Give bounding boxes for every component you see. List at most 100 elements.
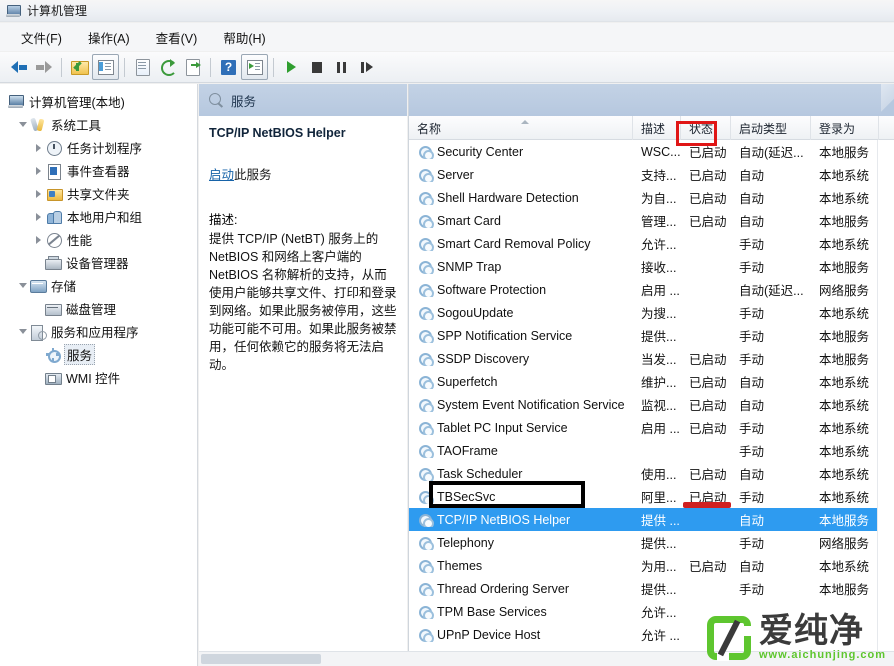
column-header-description[interactable]: 描述 (633, 116, 681, 140)
table-row[interactable]: Shell Hardware Detection为自...已启动自动本地系统 (409, 186, 894, 209)
sidebar-item-event-viewer[interactable]: 事件查看器 (0, 159, 197, 182)
table-row[interactable]: System Event Notification Service监视...已启… (409, 393, 894, 416)
table-row[interactable]: Task Scheduler使用...已启动自动本地系统 (409, 462, 894, 485)
column-header-status[interactable]: 状态 (681, 116, 731, 140)
column-header-label: 名称 (417, 120, 441, 137)
vertical-scrollbar[interactable] (877, 140, 894, 666)
table-row[interactable]: Smart Card管理...已启动自动本地服务 (409, 209, 894, 232)
table-row[interactable]: TAOFrame手动本地系统 (409, 439, 894, 462)
table-row[interactable]: Security CenterWSC...已启动自动(延迟...本地服务 (409, 140, 894, 163)
sidebar-item-label: 系统工具 (51, 115, 101, 134)
table-row[interactable]: SNMP Trap接收...手动本地服务 (409, 255, 894, 278)
chevron-down-icon[interactable] (16, 325, 29, 338)
play-icon (287, 61, 296, 73)
help-button[interactable]: ? (216, 55, 241, 79)
service-gear-icon (417, 444, 432, 458)
table-row[interactable]: Tablet PC Input Service启用 ...已启动手动本地系统 (409, 416, 894, 439)
cell-name: SogouUpdate (409, 306, 633, 320)
sidebar-item-disk-management[interactable]: 磁盘管理 (0, 297, 197, 320)
table-row[interactable]: SPP Notification Service提供...手动本地服务 (409, 324, 894, 347)
sidebar-item-local-users-and-groups[interactable]: 本地用户和组 (0, 205, 197, 228)
sidebar-item-storage[interactable]: 存储 (0, 274, 197, 297)
cell-startup-type: 手动 (731, 441, 811, 460)
cell-log-on-as: 本地系统 (811, 234, 879, 253)
up-one-level-button[interactable] (67, 55, 92, 79)
service-name-label: Smart Card Removal Policy (437, 237, 591, 251)
sidebar-item-performance[interactable]: 性能 (0, 228, 197, 251)
list-pane-header-band (409, 84, 894, 116)
table-row[interactable]: Superfetch维护...已启动自动本地系统 (409, 370, 894, 393)
watermark-url: www.aichunjing.com (759, 649, 886, 661)
table-row[interactable]: Server支持...已启动自动本地系统 (409, 163, 894, 186)
restart-service-button[interactable] (354, 55, 379, 79)
service-name-label: TAOFrame (437, 444, 498, 458)
menu-file[interactable]: 文件(F) (8, 25, 75, 50)
column-header-log-on-as[interactable]: 登录为 (811, 116, 879, 140)
chevron-right-icon[interactable] (32, 141, 45, 154)
console-tree-icon (97, 59, 114, 75)
sidebar-item-device-manager[interactable]: 设备管理器 (0, 251, 197, 274)
export-list-button[interactable] (180, 55, 205, 79)
table-row[interactable]: TBSecSvc阿里...已启动手动本地系统 (409, 485, 894, 508)
cell-description: 提供 ... (633, 510, 681, 529)
sidebar-item-services-and-applications[interactable]: 服务和应用程序 (0, 320, 197, 343)
sidebar-item-system-tools[interactable]: 系统工具 (0, 113, 197, 136)
chevron-right-icon[interactable] (32, 187, 45, 200)
chevron-down-icon[interactable] (16, 279, 29, 292)
table-row[interactable]: Smart Card Removal Policy允许...手动本地系统 (409, 232, 894, 255)
service-name-label: SNMP Trap (437, 260, 501, 274)
table-row[interactable]: Telephony提供...手动网络服务 (409, 531, 894, 554)
cell-log-on-as: 本地系统 (811, 556, 879, 575)
table-row[interactable]: Themes为用...已启动自动本地系统 (409, 554, 894, 577)
menu-view[interactable]: 查看(V) (143, 25, 211, 50)
sidebar-item-label: 设备管理器 (66, 253, 129, 272)
table-row[interactable]: SSDP Discovery当发...已启动手动本地服务 (409, 347, 894, 370)
cell-startup-type: 手动 (731, 579, 811, 598)
start-service-link[interactable]: 启动 (209, 168, 234, 182)
table-row[interactable]: Software Protection启用 ...自动(延迟...网络服务 (409, 278, 894, 301)
back-button[interactable] (6, 55, 31, 79)
service-name-label: Smart Card (437, 214, 501, 228)
table-row[interactable]: TCP/IP NetBIOS Helper提供 ...自动本地服务 (409, 508, 894, 531)
show-action-pane-button[interactable] (241, 54, 268, 80)
refresh-button[interactable] (155, 55, 180, 79)
show-hide-console-tree-button[interactable] (92, 54, 119, 80)
cell-status: 已启动 (681, 211, 731, 230)
chevron-right-icon[interactable] (32, 210, 45, 223)
service-name-label: TPM Base Services (437, 605, 547, 619)
properties-button[interactable] (130, 55, 155, 79)
table-row[interactable]: SogouUpdate为搜...手动本地系统 (409, 301, 894, 324)
sidebar-item-services[interactable]: 服务 (0, 343, 197, 366)
forward-button[interactable] (31, 55, 56, 79)
details-pane-body: TCP/IP NetBIOS Helper 启动此服务 描述: 提供 TCP/I… (199, 116, 407, 666)
pause-service-button[interactable] (329, 55, 354, 79)
stop-service-button[interactable] (304, 55, 329, 79)
menu-action[interactable]: 操作(A) (75, 25, 143, 50)
service-name-label: Server (437, 168, 474, 182)
chevron-right-icon[interactable] (32, 233, 45, 246)
column-header-name[interactable]: 名称 (409, 116, 633, 140)
services-list-pane[interactable]: 名称 描述 状态 启动类型 登录为 Security CenterWSC...已… (408, 84, 894, 666)
console-tree-pane[interactable]: 计算机管理(本地) 系统工具 任务计划程序 事件查看器 共享文件夹 (0, 84, 198, 666)
cell-description: 为搜... (633, 303, 681, 322)
services-list[interactable]: Security CenterWSC...已启动自动(延迟...本地服务Serv… (409, 140, 894, 666)
start-service-button[interactable] (279, 55, 304, 79)
cell-startup-type: 自动(延迟... (731, 142, 811, 161)
sidebar-item-wmi-control[interactable]: WMI 控件 (0, 366, 197, 389)
horizontal-scrollbar-thumb[interactable] (201, 654, 321, 664)
service-gear-icon (417, 559, 432, 573)
menu-help[interactable]: 帮助(H) (210, 25, 278, 50)
toolbar-separator (61, 58, 62, 77)
chevron-right-icon[interactable] (32, 164, 45, 177)
tree-root-computer-management[interactable]: 计算机管理(本地) (0, 90, 197, 113)
cell-startup-type: 手动 (731, 234, 811, 253)
sidebar-item-task-scheduler[interactable]: 任务计划程序 (0, 136, 197, 159)
table-row[interactable]: Thread Ordering Server提供...手动本地服务 (409, 577, 894, 600)
column-header-startup-type[interactable]: 启动类型 (731, 116, 811, 140)
sidebar-item-shared-folders[interactable]: 共享文件夹 (0, 182, 197, 205)
toolbar-separator (273, 58, 274, 77)
cell-startup-type: 自动 (731, 556, 811, 575)
chevron-down-icon[interactable] (16, 118, 29, 131)
cell-log-on-as: 本地系统 (811, 188, 879, 207)
action-pane-icon (246, 59, 263, 75)
